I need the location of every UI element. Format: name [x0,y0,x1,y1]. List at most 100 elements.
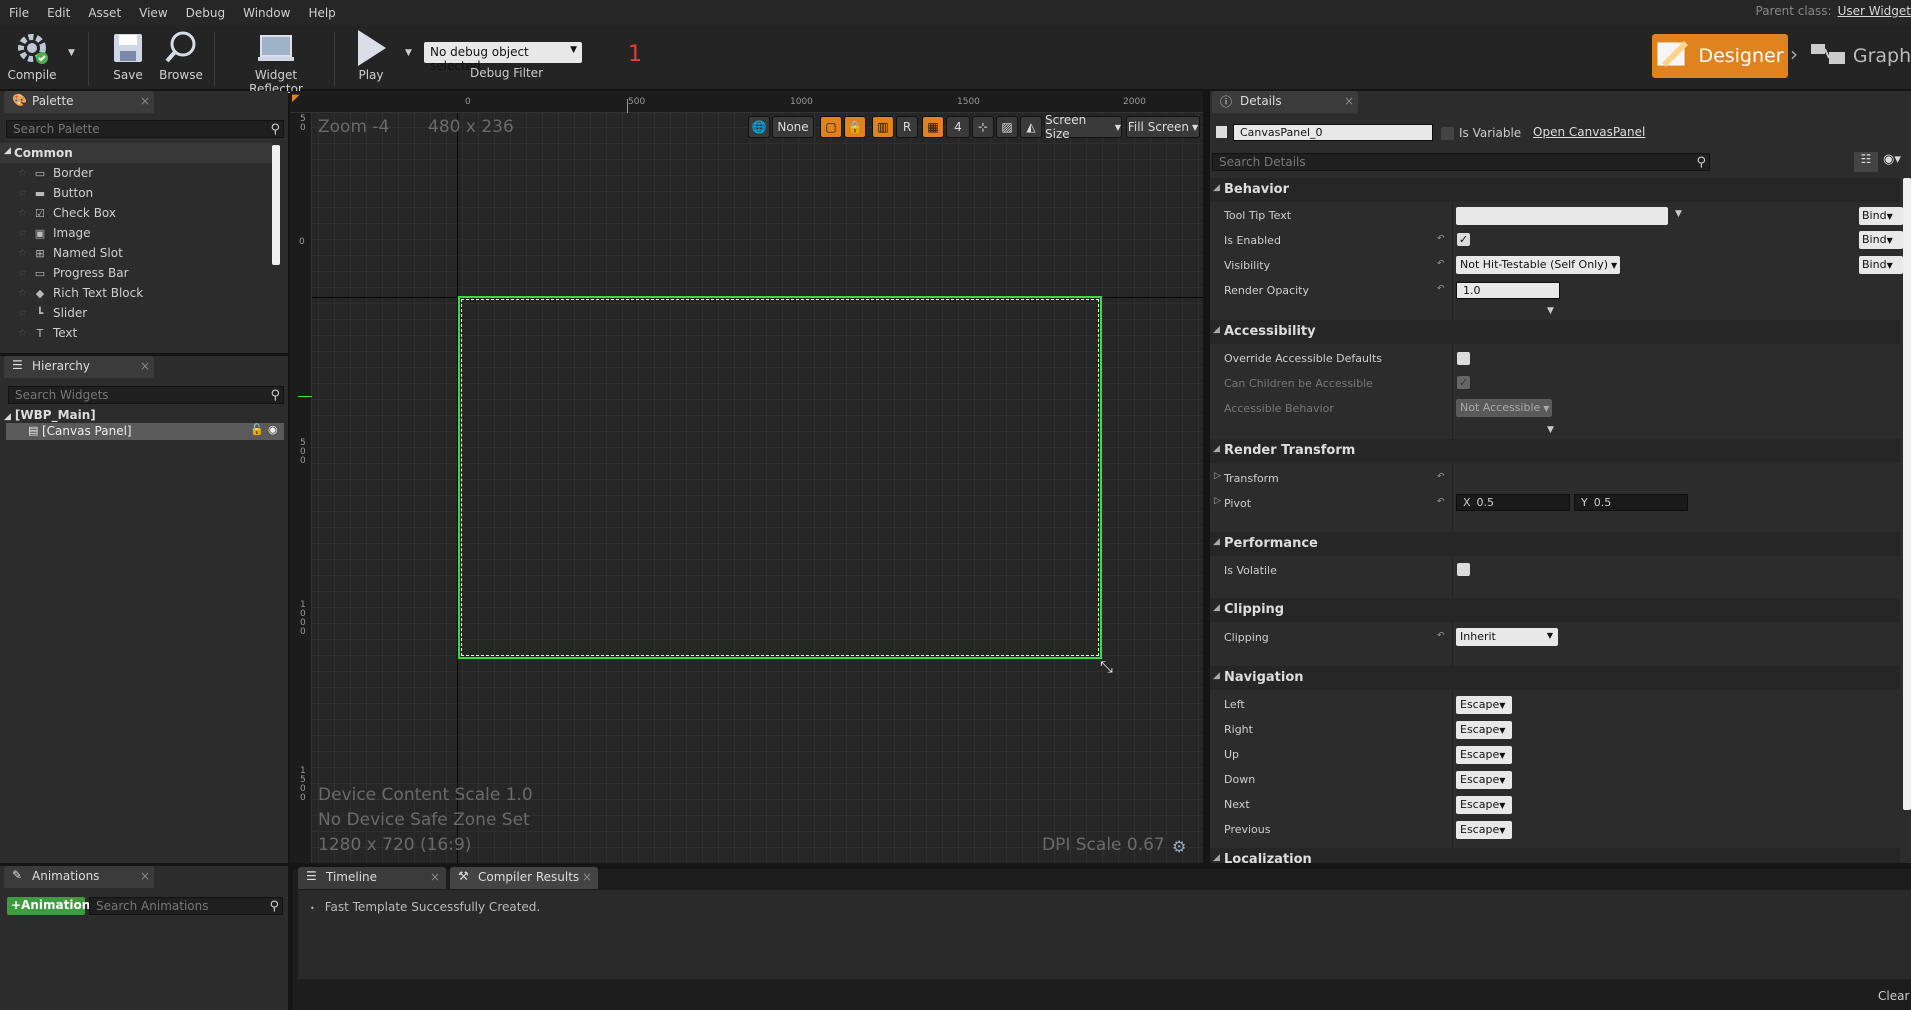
favorite-star-icon[interactable]: ☆ [18,268,27,279]
section-navigation[interactable]: ◢ Navigation [1210,666,1900,690]
tooltip-text-field[interactable] [1456,207,1668,225]
animations-tab[interactable]: ✎ Animations × [4,866,154,888]
prop-transform-label[interactable]: Transform [1224,472,1279,485]
lock-icon[interactable]: 🔓 [250,423,264,436]
palette-item-named-slot[interactable]: ☆ ⊞ Named Slot [18,243,123,263]
section-behavior[interactable]: ◢ Behavior [1210,178,1900,202]
menu-asset[interactable]: Asset [79,6,130,20]
menu-help[interactable]: Help [299,6,344,20]
palette-item-checkbox[interactable]: ☆ ☑ Check Box [18,203,116,223]
animation-search-input[interactable]: Search Animations ⚲ [89,897,283,915]
palette-scrollbar[interactable] [272,145,280,265]
grid-snap-icon[interactable]: ▦ [922,116,944,138]
palette-item-progress-bar[interactable]: ☆ ▭ Progress Bar [18,263,129,283]
hierarchy-item-canvas-panel[interactable]: ▤ [Canvas Panel] 🔓 ◉ [6,423,284,440]
favorite-star-icon[interactable]: ☆ [18,248,27,259]
menu-window[interactable]: Window [234,6,299,20]
open-canvaspanel-link[interactable]: Open CanvasPanel [1533,125,1645,139]
compile-button[interactable]: Compile [4,28,60,82]
close-icon[interactable]: × [140,869,150,883]
compile-dropdown-icon[interactable]: ▼ [68,48,75,58]
close-icon[interactable]: × [140,359,150,373]
section-localization[interactable]: ◢ Localization [1210,848,1900,863]
play-button[interactable]: Play [346,28,396,82]
reset-icon[interactable]: ↶ [1437,259,1445,269]
bind-button-visibility[interactable]: Bind▼ [1859,256,1903,274]
close-icon[interactable]: × [1344,94,1354,108]
nav-up-dropdown[interactable]: Escape▼ [1456,746,1512,764]
resize-handle-icon[interactable]: ⤡ [1100,657,1113,677]
details-search-input[interactable]: Search Details ⚲ [1212,153,1710,171]
nav-left-dropdown[interactable]: Escape▼ [1456,696,1512,714]
dpi-settings-gear-icon[interactable]: ⚙ [1172,837,1186,856]
favorite-star-icon[interactable]: ☆ [18,288,27,299]
advanced-expand-icon[interactable]: ▼ [1547,425,1554,435]
visibility-dropdown[interactable]: Not Hit-Testable (Self Only) ▼ [1456,256,1620,274]
globe-icon[interactable]: 🌐 [748,116,770,138]
render-opacity-field[interactable]: 1.0 [1456,282,1560,299]
nav-down-dropdown[interactable]: Escape▼ [1456,771,1512,789]
visibility-eye-icon[interactable]: ◉▾ [1883,152,1901,167]
nav-next-dropdown[interactable]: Escape▼ [1456,796,1512,814]
close-icon[interactable]: × [140,94,150,108]
reset-icon[interactable]: ↶ [1437,234,1445,244]
nav-right-dropdown[interactable]: Escape▼ [1456,721,1512,739]
override-accessible-checkbox[interactable] [1457,352,1470,365]
reset-icon[interactable]: ↶ [1437,497,1445,507]
section-performance[interactable]: ◢ Performance [1210,532,1900,556]
add-animation-button[interactable]: +Animation [7,897,90,915]
bind-button-tooltip[interactable]: Bind▼ [1859,207,1903,225]
section-clipping[interactable]: ◢ Clipping [1210,598,1900,622]
widget-name-field[interactable]: CanvasPanel_0 [1233,124,1433,141]
screen-size-dropdown[interactable]: Screen Size ▼ [1044,113,1122,141]
graph-mode-button[interactable]: Graph [1808,34,1911,78]
advanced-expand-icon[interactable]: ▼ [1547,306,1554,316]
hierarchy-tab[interactable]: ☰ Hierarchy × [4,356,154,378]
layout-icon[interactable]: ▥ [872,116,894,138]
clear-button[interactable]: Clear [1878,989,1909,1003]
palette-item-border[interactable]: ☆ ▭ Border [18,163,93,183]
respect-locks-toggle[interactable]: R [896,116,918,138]
chevron-down-icon[interactable]: ▼ [1675,209,1682,219]
widget-reflector-button[interactable]: Widget Reflector [228,28,324,96]
palette-tab[interactable]: 🎨 Palette × [4,91,154,113]
property-matrix-icon[interactable]: ☷ [1854,152,1878,172]
palette-item-text[interactable]: ☆ T Text [18,323,77,343]
menu-edit[interactable]: Edit [38,6,79,20]
debug-object-select[interactable]: No debug object selected ▼ [424,42,582,73]
close-icon[interactable]: × [430,870,440,884]
palette-search-input[interactable]: Search Palette ⚲ [6,120,284,138]
designer-mode-button[interactable]: Designer [1652,34,1788,78]
collapsed-triangle-icon[interactable]: ▷ [1214,496,1221,506]
is-variable-checkbox[interactable] [1441,127,1454,140]
zoom-to-fit-icon[interactable]: ⊹ [972,116,994,138]
compiler-results-tab[interactable]: ⚒ Compiler Results × [450,867,598,889]
reset-icon[interactable]: ↶ [1437,284,1445,294]
fill-screen-dropdown[interactable]: Fill Screen ▼ [1126,116,1200,138]
details-tab[interactable]: ⓘ Details × [1212,91,1358,113]
design-grid[interactable]: ⤡ [312,113,1203,863]
collapsed-triangle-icon[interactable]: ▷ [1214,471,1221,481]
designer-viewport[interactable]: ◤ 0 500 1000 1500 2000 5 0 0 5 0 0 1 0 0… [290,91,1203,863]
browse-button[interactable]: Browse [156,28,206,82]
bind-button-enabled[interactable]: Bind▼ [1859,231,1903,249]
section-render-transform[interactable]: ◢ Render Transform [1210,439,1900,463]
grid-snap-size[interactable]: 4 [946,116,970,138]
is-enabled-checkbox[interactable]: ✓ [1457,233,1470,246]
hierarchy-search-input[interactable]: Search Widgets ⚲ [8,386,284,404]
palette-item-button[interactable]: ☆ ▬ Button [18,183,93,203]
palette-item-image[interactable]: ☆ ▣ Image [18,223,91,243]
menu-view[interactable]: View [130,6,176,20]
prop-pivot-label[interactable]: Pivot [1224,497,1251,510]
favorite-star-icon[interactable]: ☆ [18,188,27,199]
menu-file[interactable]: File [0,6,38,20]
eye-icon[interactable]: ◉ [268,423,278,436]
background-image-icon[interactable]: ▨ [996,116,1018,138]
flip-icon[interactable]: ◭ [1020,116,1042,138]
pivot-y-field[interactable]: Y 0.5 [1574,494,1688,511]
timeline-tab[interactable]: ☰ Timeline × [298,867,446,889]
close-icon[interactable]: × [582,870,592,884]
save-button[interactable]: Save [106,28,150,82]
favorite-star-icon[interactable]: ☆ [18,208,27,219]
favorite-star-icon[interactable]: ☆ [18,328,27,339]
